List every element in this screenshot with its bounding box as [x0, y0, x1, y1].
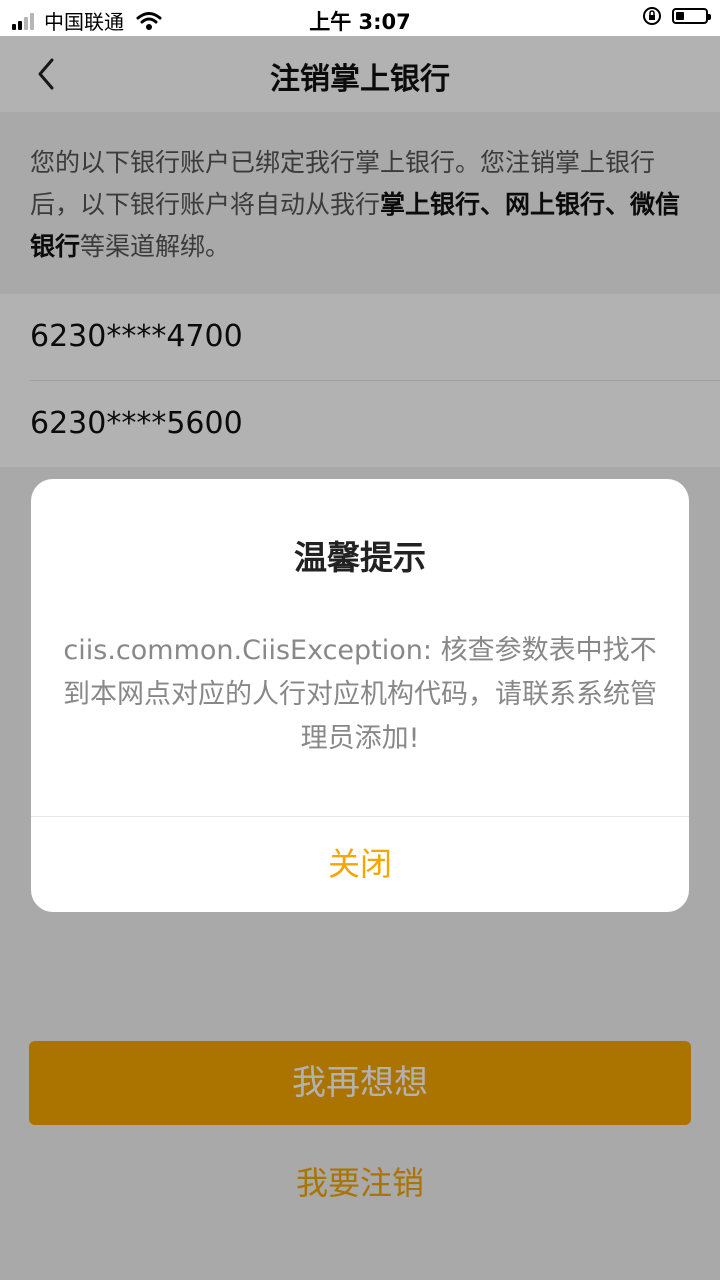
status-time: 上午 3:07 [309, 10, 411, 34]
status-bar-foreground: 中国联通 上午 3:07 [0, 0, 720, 36]
battery-icon [672, 8, 711, 24]
status-right-fg [642, 6, 711, 26]
dialog-message: ciis.common.CiisException: 核查参数表中找不到本网点对… [63, 635, 657, 754]
orientation-lock-icon [643, 7, 661, 25]
alert-dialog: 温馨提示 ciis.common.CiisException: 核查参数表中找不… [31, 479, 689, 912]
dialog-title: 温馨提示 [294, 538, 426, 577]
dialog-close-button[interactable]: 关闭 [31, 817, 689, 912]
